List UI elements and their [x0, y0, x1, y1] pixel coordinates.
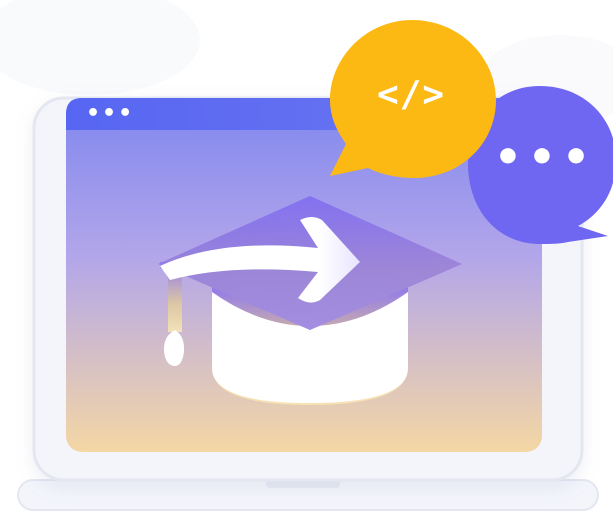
window-controls: •••: [86, 101, 135, 126]
education-illustration: ••• </> •••: [0, 0, 613, 530]
chat-ellipsis: •••: [493, 132, 597, 183]
code-symbol: </>: [376, 73, 446, 115]
